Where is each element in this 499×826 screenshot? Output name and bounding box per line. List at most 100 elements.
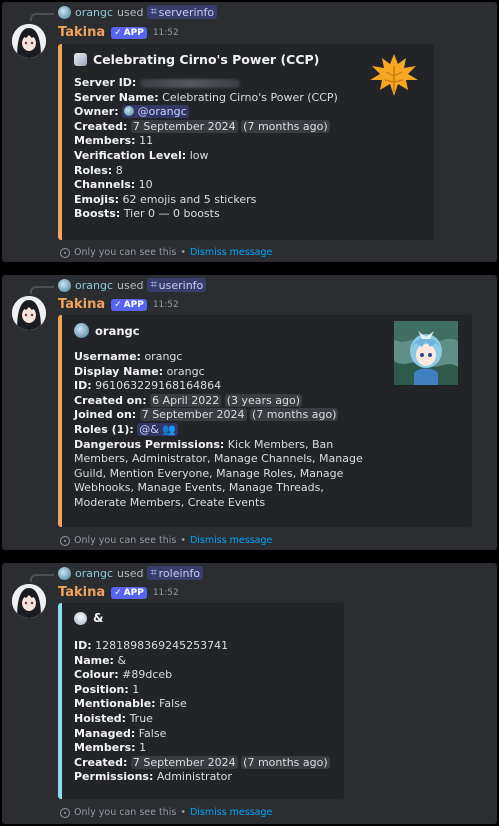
reply-username[interactable]: orangc [75,279,113,292]
field-value: 1 [139,741,147,755]
ephemeral-notice: Only you can see this • Dismiss message [60,535,272,546]
reply-context[interactable]: orangc used ⌗ serverinfo [58,5,218,19]
server-thumbnail-icon [370,54,418,96]
message-header: Takina ✓ APP 11:52 [58,585,179,600]
command-name: userinfo [158,278,204,292]
timestamp-chip[interactable]: 7 September 2024 [130,755,238,769]
field-value: @orangc [137,105,187,119]
reply-context[interactable]: orangc used ⌗ userinfo [58,278,207,292]
timestamp-chip[interactable]: 7 September 2024 [139,408,247,422]
relative-timestamp[interactable]: (3 years ago) [224,393,303,407]
embed-title: orangc [95,323,140,338]
verified-check-icon: ✓ [114,587,122,598]
bot-avatar[interactable] [12,296,46,330]
user-avatar-icon[interactable] [58,5,71,19]
permissions-line: Moderate Members, Create Events [74,495,266,509]
separator: • [180,247,186,258]
embed-author: & [74,611,332,625]
field-label: ID: [74,639,92,652]
field-value: Kick Members, Ban [227,437,334,451]
field-label: Server ID: [74,76,137,89]
field-colour: Colour: #89dceb [74,668,332,683]
message-timestamp[interactable]: 11:52 [153,300,179,310]
message-timestamp[interactable]: 11:52 [153,588,179,598]
verified-check-icon: ✓ [114,299,122,310]
dismiss-message-link[interactable]: Dismiss message [190,247,272,258]
bot-avatar[interactable] [12,24,46,58]
app-badge: ✓ APP [111,298,147,311]
ephemeral-text: Only you can see this [74,247,177,258]
field-joined-on: Joined on: 7 September 2024 (7 months ag… [74,408,460,423]
user-avatar-icon[interactable] [58,566,71,580]
field-created-on: Created on: 6 April 2022 (3 years ago) [74,393,460,409]
timestamp-chip[interactable]: 6 April 2022 [150,393,222,407]
reply-used-text: used [117,278,144,292]
field-created: Created: 7 September 2024 (7 months ago) [74,119,422,135]
role-members-icon: 👥 [162,422,177,436]
field-value: 62 emojis and 5 stickers [122,192,257,206]
role-info-embed: & ID: 1281898369245253741 Name: & Colour… [58,603,344,799]
user-avatar-icon[interactable] [58,278,71,292]
bot-avatar[interactable] [12,584,46,618]
reply-username[interactable]: orangc [75,6,113,19]
relative-timestamp[interactable]: (7 months ago) [241,755,330,769]
field-label: Created on: [74,393,147,407]
field-value: 10 [138,178,153,192]
permissions-line: Webhooks, Manage Events, Manage Threads, [74,481,324,495]
message-timestamp[interactable]: 11:52 [153,28,179,38]
field-label: Verification Level: [74,148,187,162]
field-hoisted: Hoisted: True [74,712,332,727]
field-label: Joined on: [74,408,137,422]
field-value: True [129,711,153,725]
command-mention[interactable]: ⌗ userinfo [147,278,207,292]
owner-mention[interactable]: @orangc [122,105,189,119]
app-badge: ✓ APP [111,586,147,599]
app-badge-label: APP [123,587,144,598]
redacted-value [139,78,240,88]
field-label: Mentionable: [74,697,156,711]
user-info-embed: orangc Username: orangc Display Name: or… [58,315,472,527]
field-value: #89dceb [122,668,173,682]
server-icon [74,53,87,66]
bot-name[interactable]: Takina [58,297,105,312]
timestamp-chip[interactable]: 7 September 2024 [130,119,238,133]
field-label: Colour: [74,668,119,682]
dismiss-message-link[interactable]: Dismiss message [190,535,272,546]
role-mention[interactable]: @& 👥 [137,422,179,436]
app-badge-label: APP [123,27,144,38]
dismiss-message-link[interactable]: Dismiss message [190,807,272,818]
field-name: Name: & [74,654,332,669]
relative-timestamp[interactable]: (7 months ago) [241,119,330,133]
ephemeral-notice: Only you can see this • Dismiss message [60,247,272,258]
field-managed: Managed: False [74,727,332,742]
reply-connector [30,574,54,582]
message-roleinfo: orangc used ⌗ roleinfo Takina ✓ APP 11:52 … [2,563,497,824]
separator: • [180,535,186,546]
embed-title: Celebrating Cirno's Power (CCP) [93,52,320,67]
field-label: Roles: [74,163,113,177]
command-mention[interactable]: ⌗ serverinfo [147,5,218,19]
field-value: Tier 0 — 0 boosts [123,207,220,221]
ephemeral-notice: Only you can see this • Dismiss message [60,807,272,818]
relative-timestamp[interactable]: (7 months ago) [250,408,339,422]
field-mentionable: Mentionable: False [74,697,332,712]
field-label: Dangerous Permissions: [74,437,225,451]
command-mention[interactable]: ⌗ roleinfo [147,566,204,580]
reply-context[interactable]: orangc used ⌗ roleinfo [58,566,204,580]
eye-icon [60,535,70,546]
reply-connector [30,13,54,21]
field-emojis: Emojis: 62 emojis and 5 stickers [74,193,422,208]
bot-name[interactable]: Takina [58,585,105,600]
field-value: Administrator [156,770,232,784]
field-label: Display Name: [74,364,164,378]
field-label: ID: [74,379,92,393]
reply-username[interactable]: orangc [75,567,113,580]
slash-command-icon: ⌗ [150,278,157,291]
field-roles: Roles: 8 [74,164,422,179]
embed-title: & [93,611,104,625]
permissions-line: Members, Administrator, Manage Channels,… [74,452,363,466]
ephemeral-text: Only you can see this [74,807,177,818]
role-icon [74,611,87,625]
bot-name[interactable]: Takina [58,25,105,40]
field-permissions: Permissions: Administrator [74,770,332,785]
